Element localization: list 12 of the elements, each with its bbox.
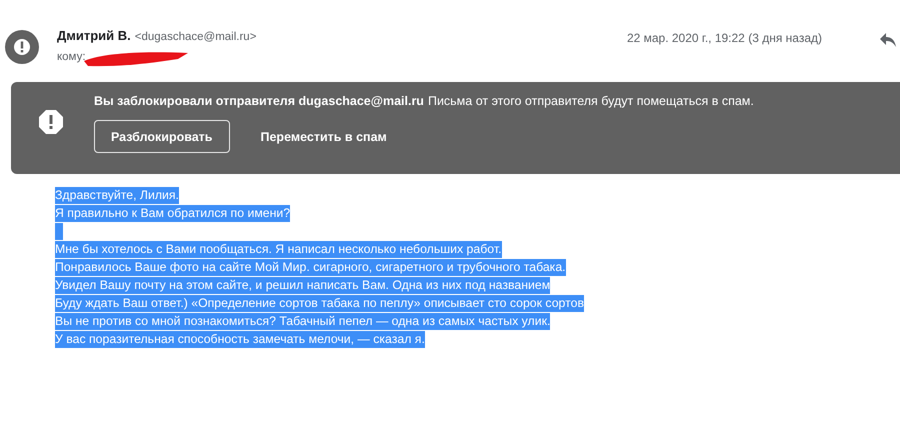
empty-line-selection [55,222,63,240]
alert-icon [38,109,64,135]
avatar-alert-icon [5,30,39,64]
move-to-spam-button[interactable]: Переместить в спам [244,120,404,153]
sender-email: <dugaschace@mail.ru> [134,31,256,43]
banner-message: Письма от этого отправителя будут помещаться в спам. [428,94,754,108]
recipient-label: кому: [57,51,86,63]
message-date: 22 мар. 2020 г., 19:22 (3 дня назад) [626,31,822,45]
reply-icon[interactable] [880,33,896,47]
unblock-button[interactable]: Разблокировать [94,120,230,153]
banner-title: Вы заблокировали отправителя dugaschace@mail.ru [94,94,424,108]
sender-name: Дмитрий В. [57,28,131,43]
